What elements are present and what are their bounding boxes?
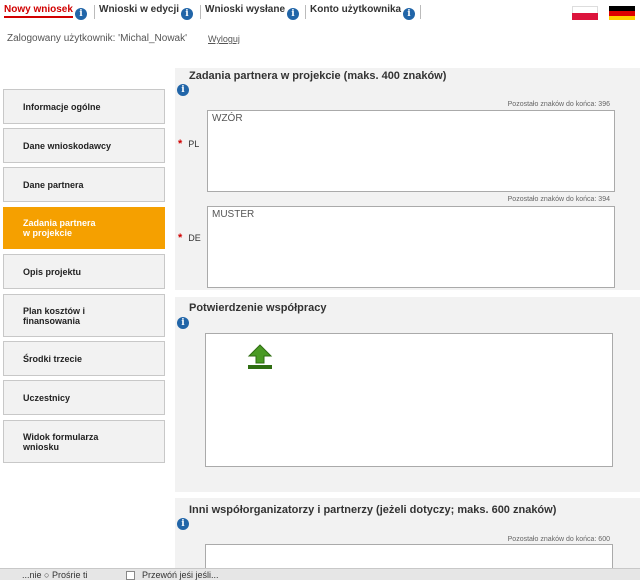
sidebar-item-cost-plan[interactable]: Plan kosztów i finansowania: [3, 294, 165, 337]
tab-new-application[interactable]: Nowy wniosek: [4, 4, 73, 18]
partner-tasks-title: Zadania partnera w projekcie (maks. 400 …: [189, 70, 447, 82]
bottom-bar: ...nie ○ Prośrie ti Przewóń jeśi jeśli..…: [0, 568, 640, 580]
polish-flag-icon[interactable]: [572, 6, 598, 20]
info-icon[interactable]: i: [403, 8, 415, 20]
info-icon[interactable]: i: [177, 317, 189, 329]
top-navigation: Nowy wniosek i Wnioski w edycji i Wniosk…: [0, 0, 640, 28]
sidebar-item-form-view[interactable]: Widok formularza wniosku: [3, 420, 165, 463]
other-organizers-panel: Inni współorganizatorzy i partnerzy (jeż…: [175, 498, 640, 574]
other-organizers-title: Inni współorganizatorzy i partnerzy (jeż…: [189, 504, 557, 516]
tab-sent-applications[interactable]: Wnioski wysłane: [205, 4, 285, 15]
sidebar-item-participants[interactable]: Uczestnicy: [3, 380, 165, 415]
sidebar-item-label: Dane partnera: [23, 179, 84, 190]
sidebar-item-label: Opis projektu: [23, 266, 82, 277]
info-icon[interactable]: i: [177, 518, 189, 530]
logout-link[interactable]: Wyloguj: [208, 34, 240, 44]
remaining-chars-pl: Pozostało znaków do końca: 396: [507, 101, 610, 108]
sidebar-item-third-party-funds[interactable]: Środki trzecie: [3, 341, 165, 376]
upload-icon[interactable]: [247, 344, 273, 370]
info-icon[interactable]: i: [287, 8, 299, 20]
sidebar-item-applicant-data[interactable]: Dane wnioskodawcy: [3, 128, 165, 163]
bottom-text-left: ...nie ○ Prośrie ti: [22, 570, 88, 580]
checkbox[interactable]: [126, 571, 135, 580]
nav-divider: [305, 5, 306, 19]
upload-dropzone[interactable]: [205, 333, 613, 467]
required-mark: *: [178, 138, 183, 150]
lang-label-de: * DE: [178, 232, 201, 244]
sidebar-item-label: Uczestnicy: [23, 392, 71, 403]
sidebar-item-general-info[interactable]: Informacje ogólne: [3, 89, 165, 124]
info-icon[interactable]: i: [181, 8, 193, 20]
cooperation-confirmation-title: Potwierdzenie współpracy: [189, 302, 327, 314]
lang-code: PL: [188, 139, 200, 149]
tab-applications-in-edit[interactable]: Wnioski w edycji: [99, 4, 179, 15]
sidebar-item-label: Informacje ogólne: [23, 101, 101, 112]
info-icon[interactable]: i: [75, 8, 87, 20]
remaining-chars-de: Pozostało znaków do końca: 394: [507, 196, 610, 203]
sidebar-item-project-description[interactable]: Opis projektu: [3, 254, 165, 289]
logged-in-user: Zalogowany użytkownik: 'Michal_Nowak': [7, 33, 188, 44]
bottom-text-right: Przewóń jeśi jeśli...: [142, 570, 219, 580]
tab-user-account[interactable]: Konto użytkownika: [310, 4, 401, 15]
sidebar-item-label: Dane wnioskodawcy: [23, 140, 112, 151]
lang-label-pl: * PL: [178, 138, 199, 150]
nav-divider: [420, 5, 421, 19]
partner-tasks-pl-textarea[interactable]: WZÓR: [207, 110, 615, 192]
required-mark: *: [178, 232, 183, 244]
info-icon[interactable]: i: [177, 84, 189, 96]
sidebar-item-partner-data[interactable]: Dane partnera: [3, 167, 165, 202]
partner-tasks-panel: Zadania partnera w projekcie (maks. 400 …: [175, 68, 640, 290]
sidebar-item-label: Zadania partnera w projekcie: [23, 218, 96, 238]
german-flag-icon[interactable]: [609, 6, 635, 20]
lang-code: DE: [188, 233, 201, 243]
sidebar-item-partner-tasks[interactable]: Zadania partnera w projekcie: [3, 207, 165, 249]
partner-tasks-de-textarea[interactable]: MUSTER: [207, 206, 615, 288]
nav-divider: [200, 5, 201, 19]
remaining-chars-others: Pozostało znaków do końca: 600: [507, 536, 610, 543]
sidebar-item-label: Widok formularza wniosku: [23, 431, 99, 452]
nav-divider: [94, 5, 95, 19]
sidebar-item-label: Środki trzecie: [23, 353, 83, 364]
sidebar-item-label: Plan kosztów i finansowania: [23, 305, 86, 326]
cooperation-confirmation-panel: Potwierdzenie współpracy i: [175, 297, 640, 492]
